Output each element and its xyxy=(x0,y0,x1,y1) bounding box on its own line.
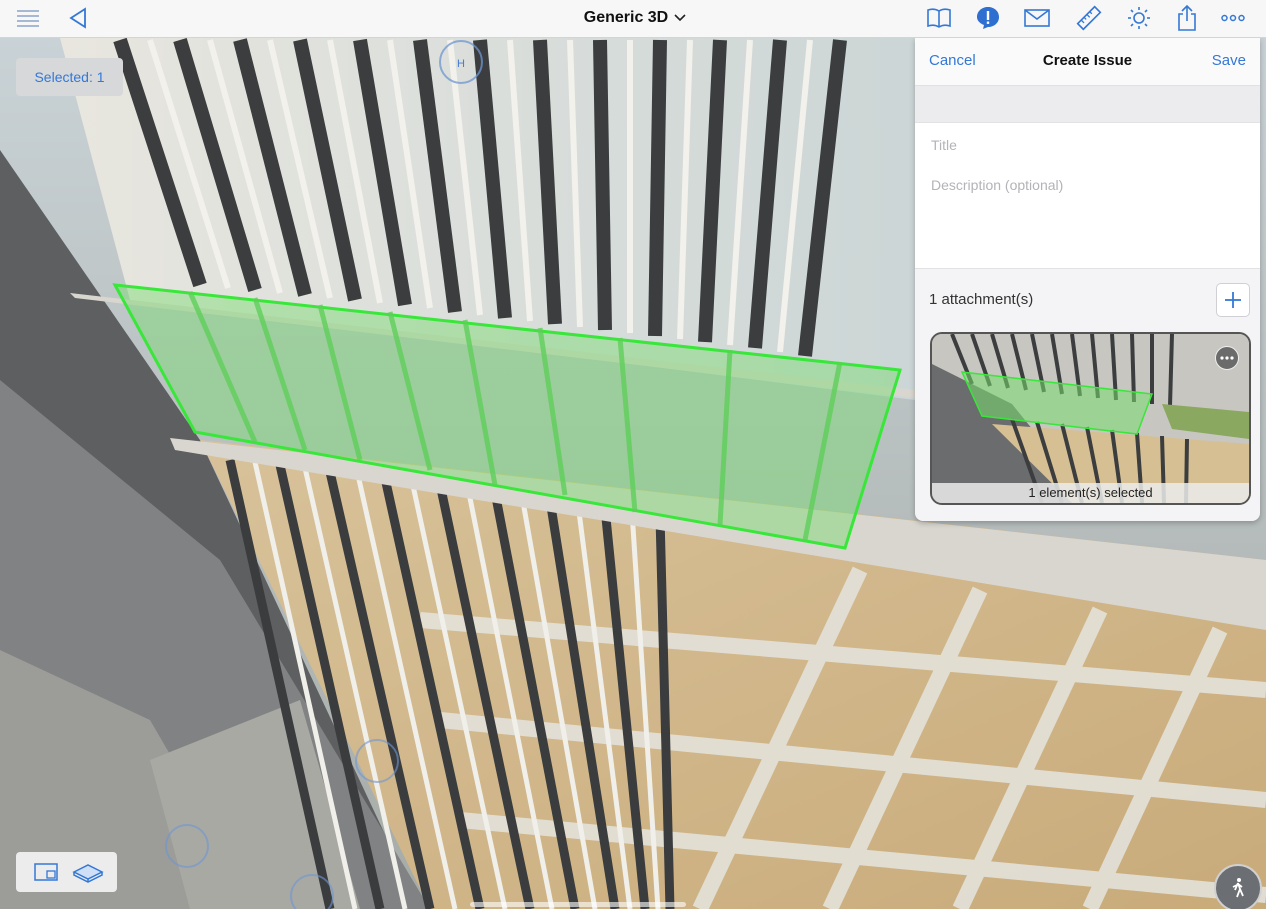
issue-description-input[interactable] xyxy=(929,175,1253,259)
view-mode-toolbar xyxy=(16,852,117,892)
issue-title-input[interactable] xyxy=(929,134,1253,156)
view-selector[interactable]: Generic 3D xyxy=(540,6,730,30)
sheet-view-icon[interactable] xyxy=(30,859,62,885)
top-toolbar: Generic 3D xyxy=(0,0,1266,38)
panel-header: Cancel Create Issue Save xyxy=(915,38,1260,86)
cancel-button[interactable]: Cancel xyxy=(929,52,976,69)
walk-icon xyxy=(1232,878,1244,898)
sun-icon[interactable] xyxy=(1125,4,1153,32)
back-icon[interactable] xyxy=(64,4,92,32)
more-icon[interactable] xyxy=(1219,4,1247,32)
selection-count-label: Selected: 1 xyxy=(34,69,105,85)
nav-marker: H xyxy=(457,58,465,70)
attachment-thumbnail[interactable]: 1 element(s) selected xyxy=(930,332,1251,505)
chevron-down-icon xyxy=(674,14,686,22)
share-icon[interactable] xyxy=(1173,4,1201,32)
ruler-icon[interactable] xyxy=(1075,4,1103,32)
issue-title-field[interactable] xyxy=(915,122,1260,166)
plus-icon xyxy=(1225,292,1241,308)
attachments-count-label: 1 attachment(s) xyxy=(929,291,1034,308)
list-icon[interactable] xyxy=(14,4,42,32)
panel-spacer xyxy=(915,86,1260,122)
create-issue-panel: Cancel Create Issue Save 1 attachment(s) xyxy=(915,38,1260,521)
thumbnail-caption: 1 element(s) selected xyxy=(932,483,1249,503)
home-indicator xyxy=(470,902,686,907)
issue-icon[interactable] xyxy=(974,4,1002,32)
3d-box-icon[interactable] xyxy=(71,859,104,885)
mail-icon[interactable] xyxy=(1023,4,1051,32)
add-attachment-button[interactable] xyxy=(1216,283,1250,317)
walk-mode-button[interactable] xyxy=(1214,864,1262,909)
save-button[interactable]: Save xyxy=(1212,52,1246,69)
view-title: Generic 3D xyxy=(583,9,669,26)
app-window: H Generic 3D Selected: 1 Cancel Create I… xyxy=(0,0,1266,909)
thumbnail-more-button[interactable] xyxy=(1215,346,1239,370)
selection-count-badge: Selected: 1 xyxy=(16,58,123,96)
more-icon xyxy=(1220,356,1234,360)
attachment-preview-image xyxy=(932,334,1249,503)
issue-description-field[interactable] xyxy=(915,165,1260,269)
book-icon[interactable] xyxy=(925,4,953,32)
